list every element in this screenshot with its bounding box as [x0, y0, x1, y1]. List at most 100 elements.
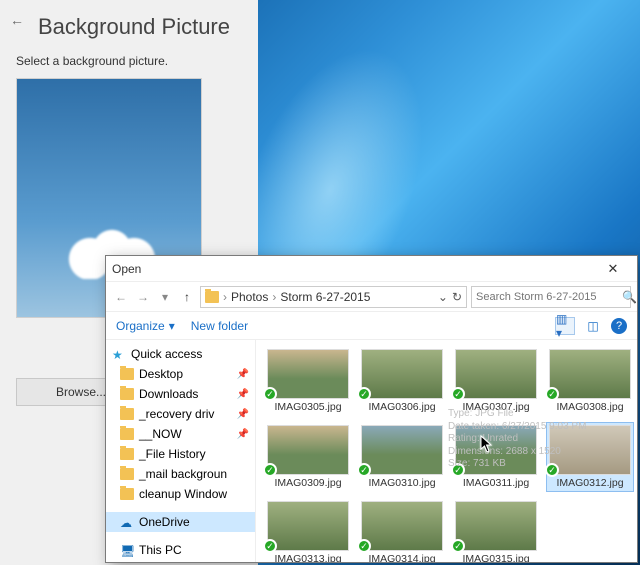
sync-check-icon: ✓ — [263, 463, 277, 477]
breadcrumb-root[interactable]: Photos — [231, 290, 268, 304]
folder-icon — [120, 388, 134, 400]
tree-label: _mail backgroun — [139, 467, 227, 481]
file-name: IMAG0311.jpg — [463, 477, 529, 489]
sync-check-icon: ✓ — [357, 539, 371, 553]
cloud-icon: ☁ — [120, 516, 134, 528]
sync-check-icon: ✓ — [357, 387, 371, 401]
file-thumbnail[interactable]: ✓IMAG0307.jpg — [452, 346, 540, 416]
chevron-right-icon: › — [223, 290, 227, 304]
file-thumbnail[interactable]: ✓IMAG0314.jpg — [358, 498, 446, 562]
sync-check-icon: ✓ — [451, 539, 465, 553]
file-thumbnail[interactable]: ✓IMAG0311.jpg — [452, 422, 540, 492]
file-name: IMAG0309.jpg — [274, 477, 341, 489]
panel-subtitle: Select a background picture. — [16, 54, 242, 68]
back-arrow-icon[interactable]: ← — [10, 12, 24, 28]
file-name: IMAG0305.jpg — [274, 401, 341, 413]
tree-label: This PC — [139, 543, 182, 557]
dialog-titlebar: Open ✕ — [106, 256, 637, 282]
dialog-navbar: ← → ▾ ↑ › Photos › Storm 6-27-2015 ⌄ ↻ 🔍 — [106, 282, 637, 312]
file-thumbnail[interactable]: ✓IMAG0309.jpg — [264, 422, 352, 492]
file-name: IMAG0313.jpg — [274, 553, 341, 562]
thumbnail-image — [361, 501, 443, 551]
nav-back-icon[interactable]: ← — [112, 288, 130, 306]
tree-label: __NOW — [139, 427, 182, 441]
file-name: IMAG0307.jpg — [462, 401, 529, 413]
preview-pane-icon[interactable]: ◫ — [583, 317, 603, 335]
thumbnail-image — [361, 425, 443, 475]
chevron-down-icon: ▾ — [169, 319, 175, 333]
folder-icon — [120, 368, 134, 380]
thumbnail-image — [549, 425, 631, 475]
file-pane: ✓IMAG0305.jpg✓IMAG0306.jpg✓IMAG0307.jpg✓… — [256, 340, 637, 562]
folder-icon — [120, 468, 134, 480]
tree-item[interactable]: _mail backgroun — [106, 464, 255, 484]
sync-check-icon: ✓ — [451, 387, 465, 401]
file-thumbnail[interactable]: ✓IMAG0305.jpg — [264, 346, 352, 416]
thumbnail-image — [549, 349, 631, 399]
file-thumbnail[interactable]: ✓IMAG0308.jpg — [546, 346, 634, 416]
tree-item[interactable]: _recovery driv 📌 — [106, 404, 255, 424]
sync-check-icon: ✓ — [451, 463, 465, 477]
pin-icon: 📌 — [237, 429, 249, 440]
sync-check-icon: ✓ — [545, 387, 559, 401]
file-name: IMAG0314.jpg — [368, 553, 435, 562]
quick-access-label: Quick access — [131, 347, 202, 361]
tree-item[interactable]: cleanup Window — [106, 484, 255, 504]
pin-icon: 📌 — [237, 409, 249, 420]
sync-check-icon: ✓ — [263, 387, 277, 401]
search-input[interactable] — [476, 291, 618, 303]
folder-icon — [120, 448, 134, 460]
help-icon[interactable]: ? — [611, 318, 627, 334]
open-file-dialog: Open ✕ ← → ▾ ↑ › Photos › Storm 6-27-201… — [105, 255, 638, 563]
pin-icon: 📌 — [237, 369, 249, 380]
tree-item[interactable]: __NOW 📌 — [106, 424, 255, 444]
dialog-toolbar: Organize▾ New folder ▥ ▾ ◫ ? — [106, 312, 637, 340]
quick-access-header[interactable]: ★ Quick access — [106, 344, 255, 364]
file-thumbnail[interactable]: ✓IMAG0313.jpg — [264, 498, 352, 562]
view-options-icon[interactable]: ▥ ▾ — [555, 317, 575, 335]
thumbnail-image — [361, 349, 443, 399]
folder-icon — [205, 291, 219, 303]
new-folder-button[interactable]: New folder — [191, 319, 248, 333]
file-thumbnail[interactable]: ✓IMAG0315.jpg — [452, 498, 540, 562]
tree-item[interactable]: _File History — [106, 444, 255, 464]
folder-icon — [120, 428, 134, 440]
nav-dropdown-icon[interactable]: ▾ — [156, 288, 174, 306]
search-box[interactable]: 🔍 — [471, 286, 631, 308]
sync-check-icon: ✓ — [545, 463, 559, 477]
address-bar[interactable]: › Photos › Storm 6-27-2015 ⌄ ↻ — [200, 286, 467, 308]
file-name: IMAG0312.jpg — [556, 477, 623, 489]
tree-onedrive[interactable]: ☁ OneDrive — [106, 512, 255, 532]
thumbnail-image — [455, 425, 537, 475]
nav-up-icon[interactable]: ↑ — [178, 288, 196, 306]
file-name: IMAG0306.jpg — [368, 401, 435, 413]
sync-check-icon: ✓ — [263, 539, 277, 553]
organize-menu[interactable]: Organize▾ — [116, 319, 175, 333]
thumbnail-image — [455, 349, 537, 399]
folder-icon — [120, 408, 134, 420]
address-dropdown-icon[interactable]: ⌄ — [438, 290, 448, 304]
file-thumbnail[interactable]: ✓IMAG0312.jpg — [546, 422, 634, 492]
tree-this-pc[interactable]: 🖥 This PC — [106, 540, 255, 560]
file-thumbnail[interactable]: ✓IMAG0310.jpg — [358, 422, 446, 492]
tree-label: _File History — [139, 447, 206, 461]
panel-title: Background Picture — [38, 14, 242, 40]
dialog-title: Open — [112, 262, 595, 276]
breadcrumb-folder[interactable]: Storm 6-27-2015 — [280, 290, 370, 304]
tree-label: _recovery driv — [139, 407, 214, 421]
file-name: IMAG0308.jpg — [556, 401, 623, 413]
thumbnail-image — [267, 501, 349, 551]
close-icon[interactable]: ✕ — [595, 261, 631, 277]
pc-icon: 🖥 — [120, 544, 134, 556]
tree-item[interactable]: Desktop📌 — [106, 364, 255, 384]
nav-tree: ★ Quick access Desktop📌Downloads📌_recove… — [106, 340, 256, 562]
sync-check-icon: ✓ — [357, 463, 371, 477]
file-thumbnail[interactable]: ✓IMAG0306.jpg — [358, 346, 446, 416]
star-icon: ★ — [112, 348, 126, 360]
thumbnail-image — [267, 349, 349, 399]
search-icon[interactable]: 🔍 — [622, 290, 637, 304]
chevron-right-icon: › — [272, 290, 276, 304]
refresh-icon[interactable]: ↻ — [452, 290, 462, 304]
tree-item[interactable]: Downloads📌 — [106, 384, 255, 404]
folder-icon — [120, 488, 134, 500]
